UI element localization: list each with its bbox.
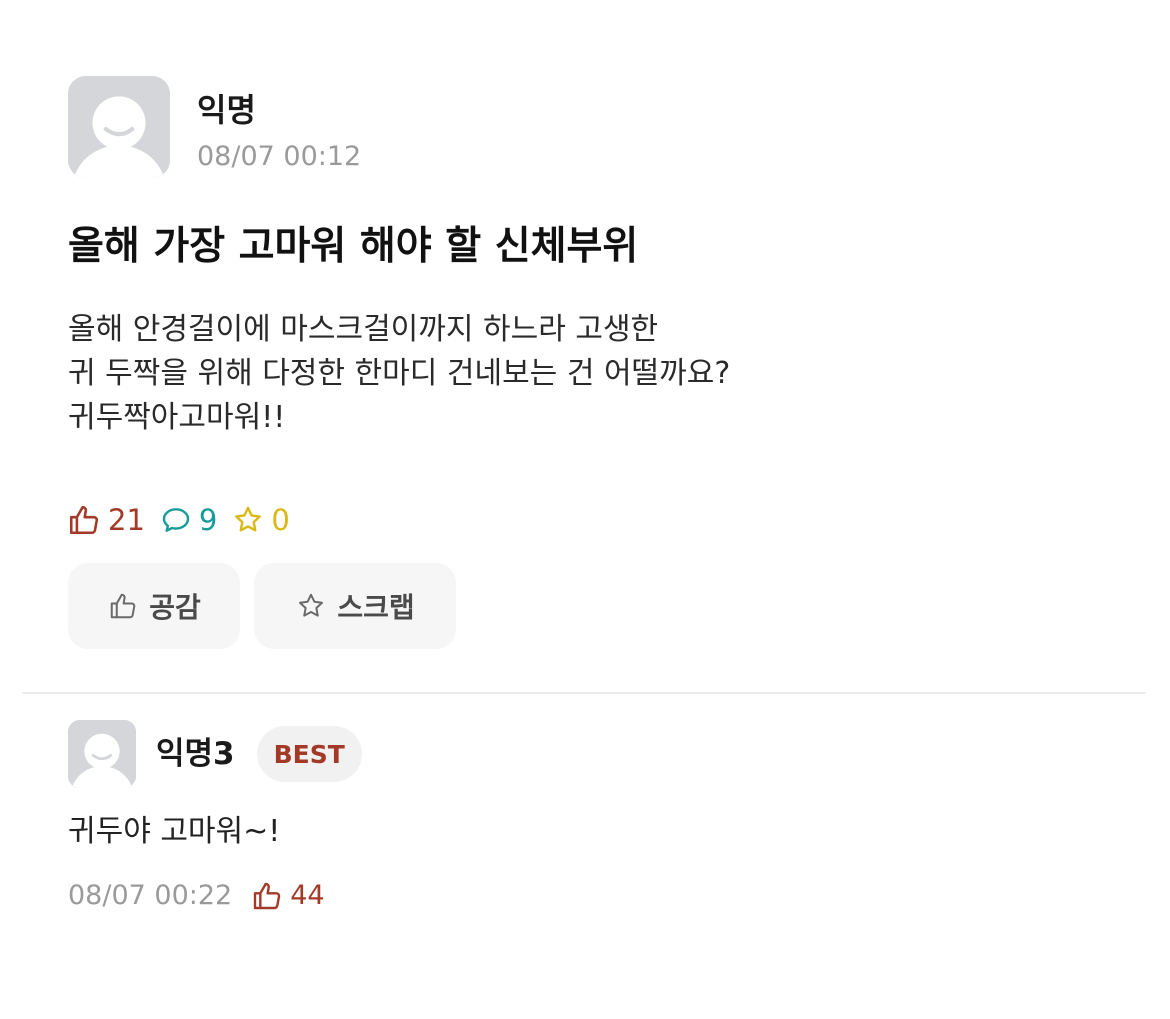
comment-text: 귀두야 고마워~! <box>68 814 281 849</box>
avatar[interactable] <box>68 76 170 178</box>
thumbs-up-icon <box>254 882 281 910</box>
post-body-line: 귀두짝아고마워!! <box>68 400 286 435</box>
post-body-line: 귀 두짝을 위해 다정한 한마디 건네보는 건 어떨까요? <box>68 356 731 391</box>
empathy-button-label: 공감 <box>149 591 201 624</box>
post-author: 익명 08/07 00:12 <box>68 76 361 178</box>
post-stats: 21 9 0 <box>66 502 304 538</box>
scrap-count-value: 0 <box>271 503 290 537</box>
post-body: 올해 안경걸이에 마스크걸이까지 하느라 고생한 귀 두짝을 위해 다정한 한마… <box>68 308 730 440</box>
comment-like-button[interactable]: 44 <box>250 878 325 914</box>
author-name[interactable]: 익명 <box>197 90 361 130</box>
comment-timestamp: 08/07 00:22 <box>68 880 233 911</box>
comment-avatar[interactable] <box>68 720 136 788</box>
author-meta: 익명 08/07 00:12 <box>197 76 361 174</box>
default-avatar-icon <box>68 720 136 788</box>
comment-author-name[interactable]: 익명3 <box>156 734 235 774</box>
default-avatar-icon <box>68 76 170 178</box>
best-badge: BEST <box>256 726 362 782</box>
comment-count: 9 <box>159 502 217 538</box>
comment-author: 익명3 BEST <box>68 720 362 788</box>
comment-count-value: 9 <box>198 503 218 537</box>
like-count-value: 21 <box>108 503 145 537</box>
like-count: 21 <box>66 502 145 538</box>
post-title: 올해 가장 고마워 해야 할 신체부위 <box>68 224 639 269</box>
comment-meta: 08/07 00:22 44 <box>68 878 325 914</box>
post-body-line: 올해 안경걸이에 마스크걸이까지 하느라 고생한 <box>68 312 659 347</box>
section-divider <box>22 692 1146 694</box>
scrap-count: 0 <box>231 502 290 538</box>
empathy-button[interactable]: 공감 <box>68 563 240 649</box>
post-timestamp: 08/07 00:12 <box>197 141 362 172</box>
thumbs-up-icon <box>110 593 136 619</box>
scrap-button-label: 스크랩 <box>337 591 415 624</box>
speech-bubble-icon <box>162 508 190 532</box>
scrap-button[interactable]: 스크랩 <box>254 563 456 649</box>
comment-like-count: 44 <box>290 880 325 911</box>
thumbs-up-icon <box>69 505 99 535</box>
post-actions: 공감 스크랩 <box>68 563 456 649</box>
star-icon <box>299 593 324 617</box>
star-icon <box>235 506 262 532</box>
